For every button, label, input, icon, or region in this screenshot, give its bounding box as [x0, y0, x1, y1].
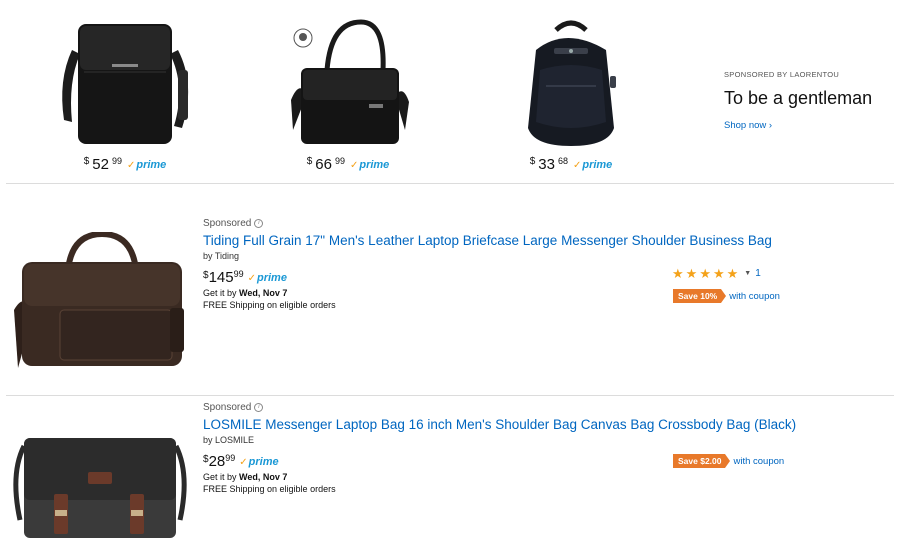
- prime-badge: ✓ prime: [127, 159, 166, 171]
- shop-now-link[interactable]: Shop now ›: [724, 120, 772, 131]
- info-icon[interactable]: i: [254, 219, 264, 228]
- brand-product-3[interactable]: $ 33 68 ✓ prime: [491, 10, 651, 173]
- coupon-badge[interactable]: Save 10%: [673, 289, 727, 303]
- price-whole: 33: [538, 156, 555, 173]
- price-fraction: 68: [557, 156, 568, 166]
- brand-product-2[interactable]: $ 66 99 ✓ prime: [268, 10, 428, 173]
- product-image-canvas-messenger-bag[interactable]: [10, 434, 190, 545]
- star-icon: ★: [699, 266, 711, 281]
- prime-badge: ✓ prime: [239, 456, 278, 468]
- prime-badge: ✓ prime: [350, 159, 389, 171]
- sponsored-label: Sponsored i: [203, 218, 772, 229]
- price-fraction: 99: [111, 156, 122, 166]
- price-fraction: 99: [233, 269, 244, 279]
- delivery-estimate: Get it by Wed, Nov 7: [203, 472, 796, 482]
- search-result: Sponsored i LOSMILE Messenger Laptop Bag…: [0, 396, 900, 550]
- price-currency: $: [83, 156, 90, 167]
- prime-label: prime: [582, 159, 613, 171]
- delivery-prefix: Get it by: [203, 288, 237, 298]
- price-whole: 66: [315, 156, 332, 173]
- sponsored-text: Sponsored: [203, 218, 252, 229]
- prime-check-icon: ✓: [239, 456, 248, 468]
- coupon-text[interactable]: with coupon: [733, 456, 784, 467]
- prime-label: prime: [257, 272, 287, 284]
- product-image-leather-briefcase[interactable]: [10, 230, 190, 375]
- star-icon: ★: [672, 266, 684, 281]
- product-image-messenger-bag[interactable]: [50, 10, 200, 150]
- brand-headline[interactable]: To be a gentleman: [724, 88, 894, 109]
- info-icon[interactable]: i: [254, 403, 264, 412]
- brand-product-1[interactable]: $ 52 99 ✓ prime: [45, 10, 205, 173]
- star-icon: ★: [712, 266, 725, 281]
- brand-byline: by LOSMILE: [203, 435, 255, 445]
- brand-byline: by Tiding: [203, 251, 240, 261]
- price: $ 52 99 ✓ prime: [45, 156, 205, 173]
- price: $ 33 68 ✓ prime: [491, 156, 651, 173]
- price-whole: 28: [208, 453, 226, 470]
- prime-label: prime: [248, 456, 279, 468]
- delivery-prefix: Get it by: [203, 472, 237, 482]
- star-icon: ★: [726, 266, 739, 281]
- product-title-link[interactable]: Tiding Full Grain 17" Men's Leather Lapt…: [203, 233, 772, 248]
- coupon-text[interactable]: with coupon: [729, 291, 780, 302]
- product-image-briefcase[interactable]: [273, 10, 423, 150]
- result-info: Sponsored i LOSMILE Messenger Laptop Bag…: [203, 402, 796, 494]
- coupon-offer[interactable]: Save 10% with coupon: [673, 289, 780, 303]
- price-whole: 145: [208, 269, 234, 286]
- prime-check-icon: ✓: [349, 159, 359, 171]
- delivery-date: Wed, Nov 7: [239, 288, 288, 298]
- star-icon: ★: [685, 266, 698, 281]
- prime-badge: ✓ prime: [248, 272, 287, 284]
- price-fraction: 99: [225, 453, 236, 463]
- chevron-down-icon[interactable]: ▼: [744, 270, 751, 277]
- price-currency: $: [306, 156, 313, 167]
- sponsored-label: Sponsored i: [203, 402, 796, 413]
- search-result: Sponsored i Tiding Full Grain 17" Men's …: [0, 184, 900, 395]
- price: $ 66 99 ✓ prime: [268, 156, 428, 173]
- product-image-backpack[interactable]: [496, 10, 646, 150]
- prime-check-icon: ✓: [247, 272, 256, 284]
- delivery-date: Wed, Nov 7: [239, 472, 288, 482]
- prime-label: prime: [136, 159, 167, 171]
- price-fraction: 99: [334, 156, 345, 166]
- shipping-info: FREE Shipping on eligible orders: [203, 484, 336, 494]
- star-rating[interactable]: ★ ★ ★ ★ ★ ▼ 1: [672, 267, 761, 280]
- prime-check-icon: ✓: [572, 159, 582, 171]
- review-count-link[interactable]: 1: [755, 268, 761, 279]
- product-title-link[interactable]: LOSMILE Messenger Laptop Bag 16 inch Men…: [203, 417, 796, 432]
- sponsored-brand-strip: $ 52 99 ✓ prime $ 66 99 ✓ prime $ 33 68 …: [0, 0, 900, 183]
- sponsored-brand-ad: SPONSORED BY LAORENTOU To be a gentleman…: [724, 70, 894, 133]
- prime-label: prime: [359, 159, 390, 171]
- price-whole: 52: [92, 156, 109, 173]
- sponsored-text: Sponsored: [203, 402, 252, 413]
- prime-check-icon: ✓: [126, 159, 136, 171]
- sponsored-by-label: SPONSORED BY LAORENTOU: [724, 70, 840, 79]
- coupon-offer[interactable]: Save $2.00 with coupon: [673, 454, 784, 468]
- price-currency: $: [529, 156, 536, 167]
- prime-badge: ✓ prime: [573, 159, 612, 171]
- coupon-badge[interactable]: Save $2.00: [673, 454, 732, 468]
